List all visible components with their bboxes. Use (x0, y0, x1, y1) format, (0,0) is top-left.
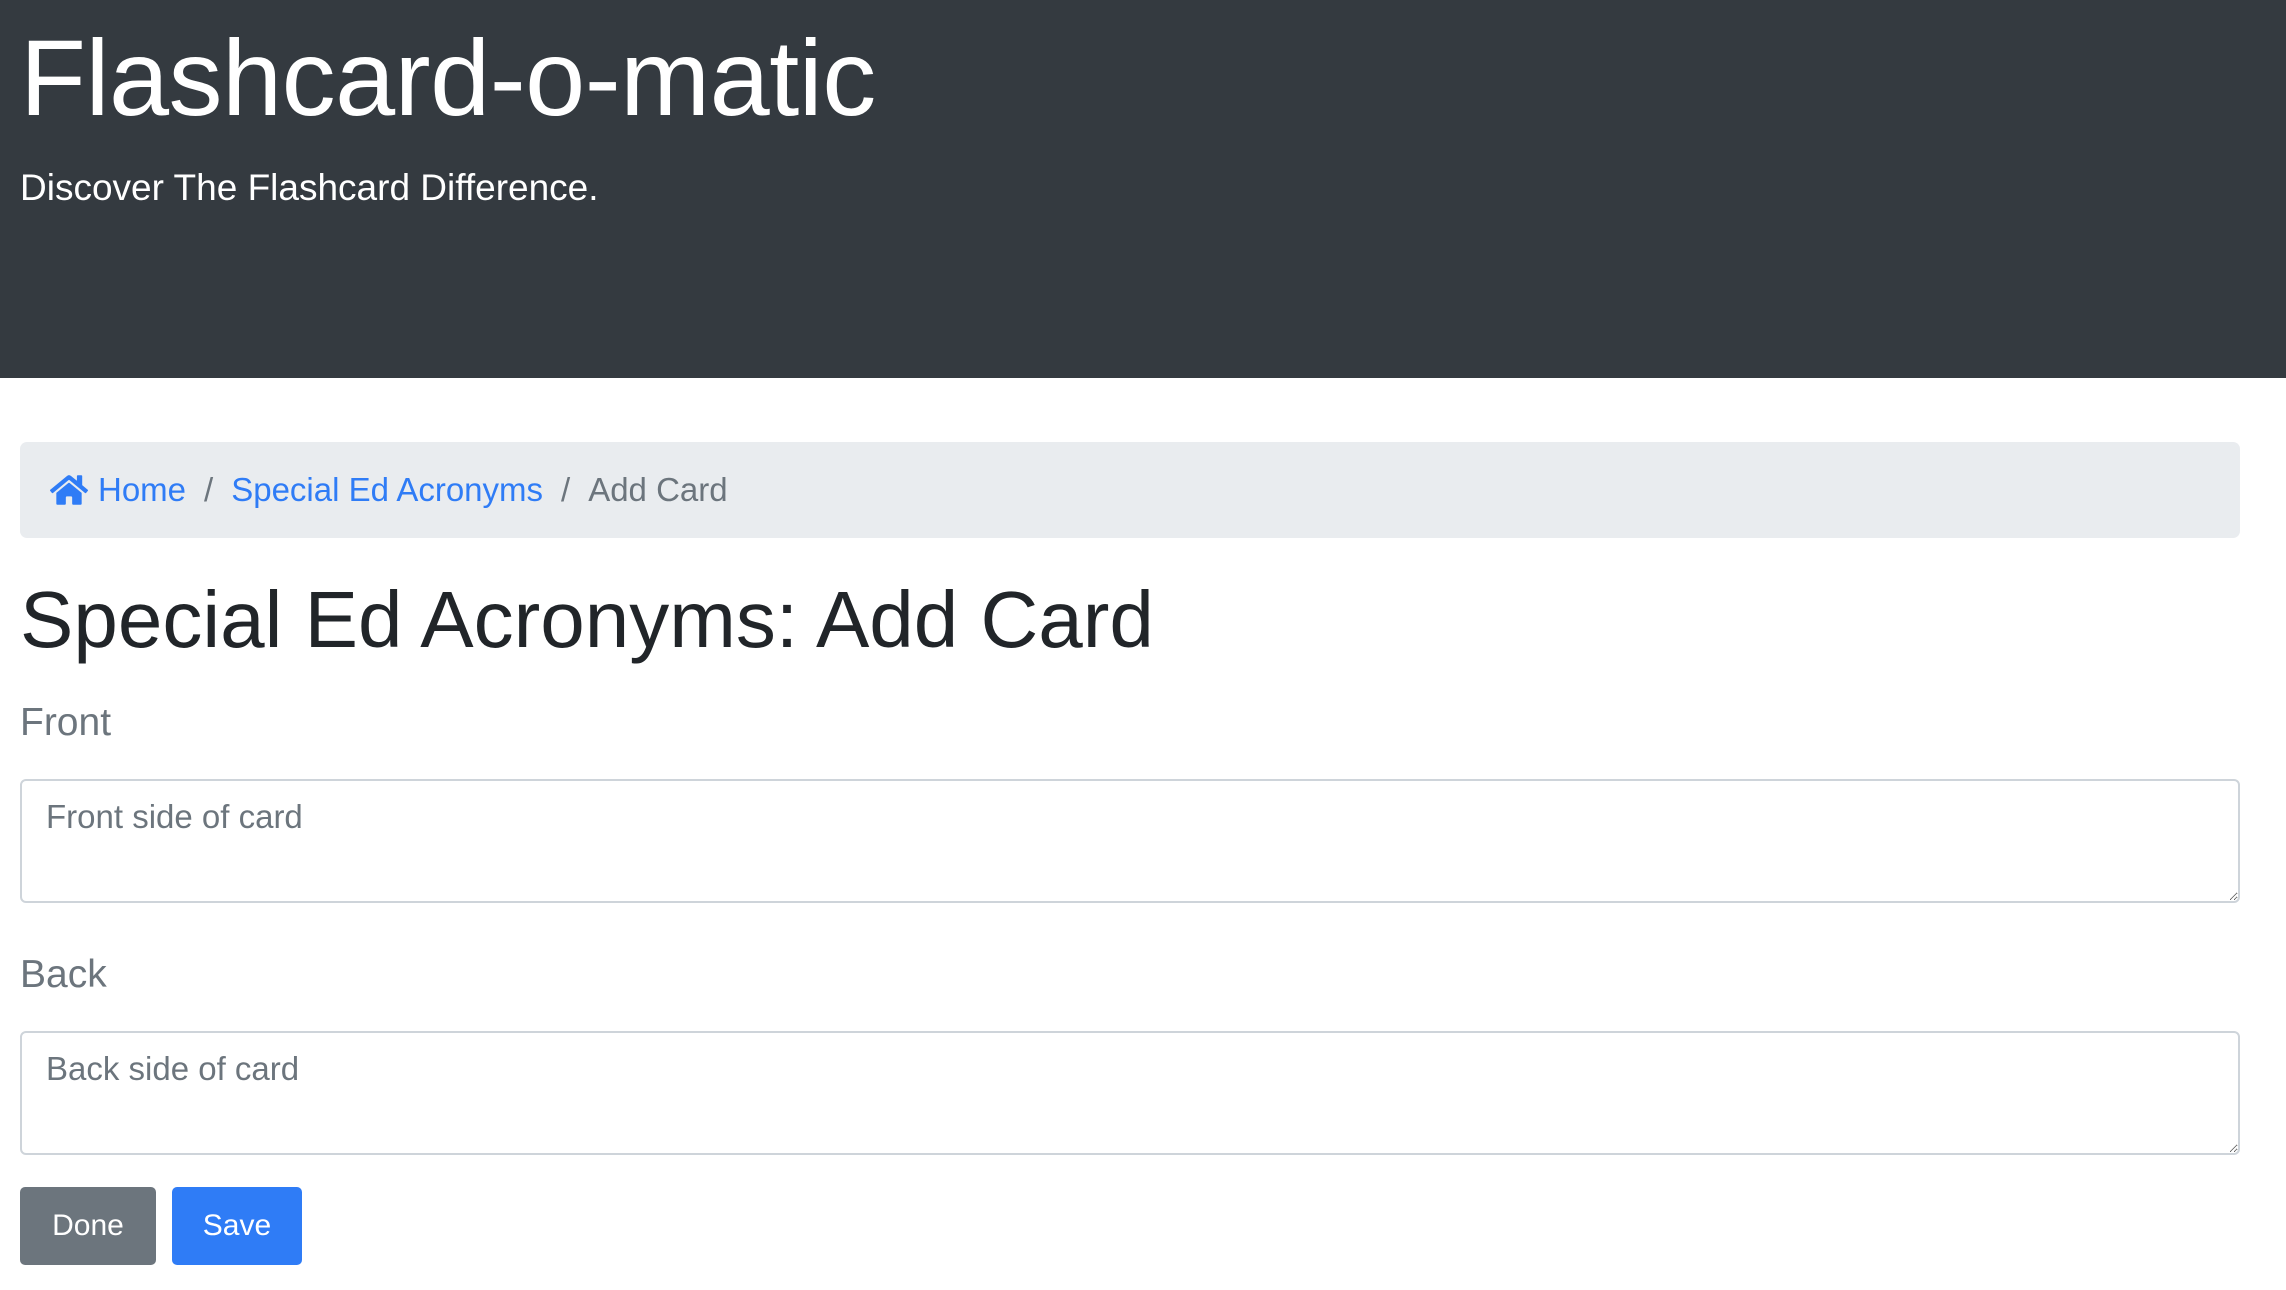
page-title: Special Ed Acronyms: Add Card (20, 575, 1154, 664)
site-header: Flashcard-o-matic Discover The Flashcard… (0, 0, 2286, 378)
front-textarea[interactable] (20, 779, 2240, 903)
breadcrumb-separator: / (204, 471, 214, 508)
home-icon (50, 475, 88, 505)
done-button[interactable]: Done (20, 1187, 156, 1265)
breadcrumb-current: Add Card (588, 471, 728, 508)
breadcrumb-home-link[interactable]: Home (50, 471, 186, 509)
site-title: Flashcard-o-matic (20, 17, 876, 138)
back-label: Back (20, 953, 107, 996)
breadcrumb: Home / Special Ed Acronyms / Add Card (20, 442, 2240, 538)
breadcrumb-deck-link[interactable]: Special Ed Acronyms (231, 471, 543, 509)
breadcrumb-separator: / (561, 471, 571, 508)
breadcrumb-home-label: Home (98, 471, 187, 508)
back-textarea[interactable] (20, 1031, 2240, 1155)
save-button[interactable]: Save (172, 1187, 302, 1265)
site-subtitle: Discover The Flashcard Difference. (20, 167, 599, 208)
front-label: Front (20, 701, 112, 744)
